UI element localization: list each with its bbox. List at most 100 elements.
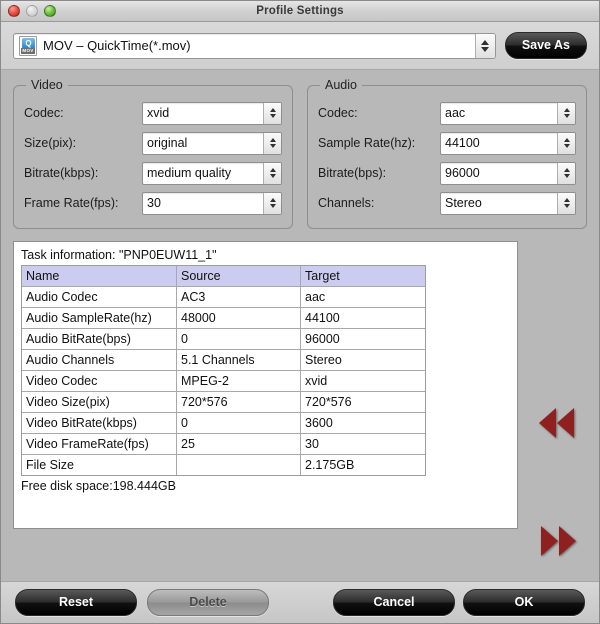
table-row[interactable]: Audio SampleRate(hz) 48000 44100 bbox=[22, 308, 425, 329]
video-codec-value: xvid bbox=[147, 106, 170, 120]
delete-button[interactable]: Delete bbox=[147, 589, 269, 616]
zoom-button-icon[interactable] bbox=[44, 5, 56, 17]
mov-badge-label: MOV bbox=[21, 47, 35, 54]
next-task-button[interactable] bbox=[541, 526, 576, 556]
cell-name: Audio Codec bbox=[22, 287, 177, 308]
audio-settings-group: Audio Codec: aac Sample Rate(hz): 44100 bbox=[307, 78, 587, 229]
audio-codec-stepper-icon[interactable] bbox=[557, 102, 575, 124]
column-header-target: Target bbox=[301, 266, 425, 287]
quicktime-mov-file-icon: Q MOV bbox=[19, 35, 37, 56]
audio-samplerate-row: Sample Rate(hz): 44100 bbox=[318, 128, 576, 158]
audio-bitrate-stepper-icon[interactable] bbox=[557, 162, 575, 184]
video-framerate-select[interactable]: 30 bbox=[142, 191, 282, 215]
window-titlebar: Profile Settings bbox=[1, 1, 599, 22]
audio-channels-select[interactable]: Stereo bbox=[440, 191, 576, 215]
double-arrow-left-icon bbox=[557, 408, 574, 438]
format-select-stepper-icon[interactable] bbox=[474, 33, 495, 58]
cell-target: 720*576 bbox=[301, 392, 425, 413]
cell-name: Video Size(pix) bbox=[22, 392, 177, 413]
cell-target: aac bbox=[301, 287, 425, 308]
video-codec-stepper-icon[interactable] bbox=[263, 102, 281, 124]
minimize-button-icon[interactable] bbox=[26, 5, 38, 17]
video-bitrate-select[interactable]: medium quality bbox=[142, 161, 282, 185]
table-row[interactable]: File Size 2.175GB bbox=[22, 455, 425, 475]
audio-bitrate-select[interactable]: 96000 bbox=[440, 161, 576, 185]
cell-name: File Size bbox=[22, 455, 177, 475]
dialog-footer: Reset Delete Cancel OK bbox=[1, 581, 599, 623]
audio-samplerate-select[interactable]: 44100 bbox=[440, 131, 576, 155]
video-bitrate-stepper-icon[interactable] bbox=[263, 162, 281, 184]
table-row[interactable]: Audio Codec AC3 aac bbox=[22, 287, 425, 308]
table-row[interactable]: Video FrameRate(fps) 25 30 bbox=[22, 434, 425, 455]
double-arrow-left-icon bbox=[539, 408, 556, 438]
cell-source: 48000 bbox=[177, 308, 301, 329]
video-settings-group: Video Codec: xvid Size(pix): original Bi… bbox=[13, 78, 293, 229]
cell-source: 25 bbox=[177, 434, 301, 455]
audio-bitrate-row: Bitrate(bps): 96000 bbox=[318, 158, 576, 188]
settings-body: Video Codec: xvid Size(pix): original Bi… bbox=[1, 70, 599, 623]
free-disk-space-label: Free disk space:198.444GB bbox=[21, 479, 176, 493]
audio-bitrate-label: Bitrate(bps): bbox=[318, 166, 387, 180]
previous-task-button[interactable] bbox=[539, 408, 574, 438]
video-framerate-label: Frame Rate(fps): bbox=[24, 196, 119, 210]
column-header-source: Source bbox=[177, 266, 301, 287]
save-as-button[interactable]: Save As bbox=[504, 32, 587, 59]
audio-codec-select[interactable]: aac bbox=[440, 101, 576, 125]
audio-bitrate-value: 96000 bbox=[445, 166, 480, 180]
video-size-select[interactable]: original bbox=[142, 131, 282, 155]
reset-button[interactable]: Reset bbox=[15, 589, 137, 616]
audio-samplerate-value: 44100 bbox=[445, 136, 480, 150]
audio-channels-row: Channels: Stereo bbox=[318, 188, 576, 218]
audio-group-legend: Audio bbox=[325, 78, 357, 92]
cell-source: 720*576 bbox=[177, 392, 301, 413]
video-size-label: Size(pix): bbox=[24, 136, 77, 150]
video-codec-row: Codec: xvid bbox=[24, 98, 282, 128]
cell-name: Audio SampleRate(hz) bbox=[22, 308, 177, 329]
cell-target: Stereo bbox=[301, 350, 425, 371]
task-information-panel: Task information: "PNP0EUW11_1" Name Sou… bbox=[13, 241, 518, 529]
cell-name: Video FrameRate(fps) bbox=[22, 434, 177, 455]
video-framerate-value: 30 bbox=[147, 196, 161, 210]
close-button-icon[interactable] bbox=[8, 5, 20, 17]
audio-samplerate-stepper-icon[interactable] bbox=[557, 132, 575, 154]
window-controls bbox=[8, 5, 56, 17]
double-arrow-right-icon bbox=[559, 526, 576, 556]
video-group-legend: Video bbox=[31, 78, 63, 92]
video-framerate-row: Frame Rate(fps): 30 bbox=[24, 188, 282, 218]
table-row[interactable]: Video BitRate(kbps) 0 3600 bbox=[22, 413, 425, 434]
cell-source: AC3 bbox=[177, 287, 301, 308]
format-select[interactable]: Q MOV MOV – QuickTime(*.mov) bbox=[13, 32, 496, 59]
table-row[interactable]: Audio BitRate(bps) 0 96000 bbox=[22, 329, 425, 350]
cell-target: 30 bbox=[301, 434, 425, 455]
audio-channels-stepper-icon[interactable] bbox=[557, 192, 575, 214]
profile-settings-window: Profile Settings Q MOV MOV – QuickTime(*… bbox=[0, 0, 600, 624]
video-bitrate-value: medium quality bbox=[147, 166, 232, 180]
audio-channels-label: Channels: bbox=[318, 196, 375, 210]
task-information-caption: Task information: "PNP0EUW11_1" bbox=[21, 248, 217, 262]
codec-groups: Video Codec: xvid Size(pix): original Bi… bbox=[13, 78, 587, 229]
table-row[interactable]: Audio Channels 5.1 Channels Stereo bbox=[22, 350, 425, 371]
cell-name: Video Codec bbox=[22, 371, 177, 392]
cancel-button[interactable]: Cancel bbox=[333, 589, 455, 616]
audio-codec-value: aac bbox=[445, 106, 466, 120]
format-select-value: MOV – QuickTime(*.mov) bbox=[43, 38, 191, 53]
cell-name: Video BitRate(kbps) bbox=[22, 413, 177, 434]
footer-right-buttons: Cancel OK bbox=[333, 589, 585, 616]
audio-channels-value: Stereo bbox=[445, 196, 482, 210]
video-codec-select[interactable]: xvid bbox=[142, 101, 282, 125]
ok-button[interactable]: OK bbox=[463, 589, 585, 616]
video-bitrate-row: Bitrate(kbps): medium quality bbox=[24, 158, 282, 188]
cell-source: MPEG-2 bbox=[177, 371, 301, 392]
footer-left-buttons: Reset Delete bbox=[15, 589, 269, 616]
cell-name: Audio Channels bbox=[22, 350, 177, 371]
cell-target: 2.175GB bbox=[305, 458, 355, 472]
video-size-stepper-icon[interactable] bbox=[263, 132, 281, 154]
audio-samplerate-label: Sample Rate(hz): bbox=[318, 136, 416, 150]
table-header-row: Name Source Target bbox=[22, 266, 425, 287]
format-toolbar: Q MOV MOV – QuickTime(*.mov) Save As bbox=[1, 22, 599, 70]
video-framerate-stepper-icon[interactable] bbox=[263, 192, 281, 214]
table-row[interactable]: Video Codec MPEG-2 xvid bbox=[22, 371, 425, 392]
cell-source: 5.1 Channels bbox=[177, 350, 301, 371]
cell-source bbox=[177, 455, 301, 475]
table-row[interactable]: Video Size(pix) 720*576 720*576 bbox=[22, 392, 425, 413]
